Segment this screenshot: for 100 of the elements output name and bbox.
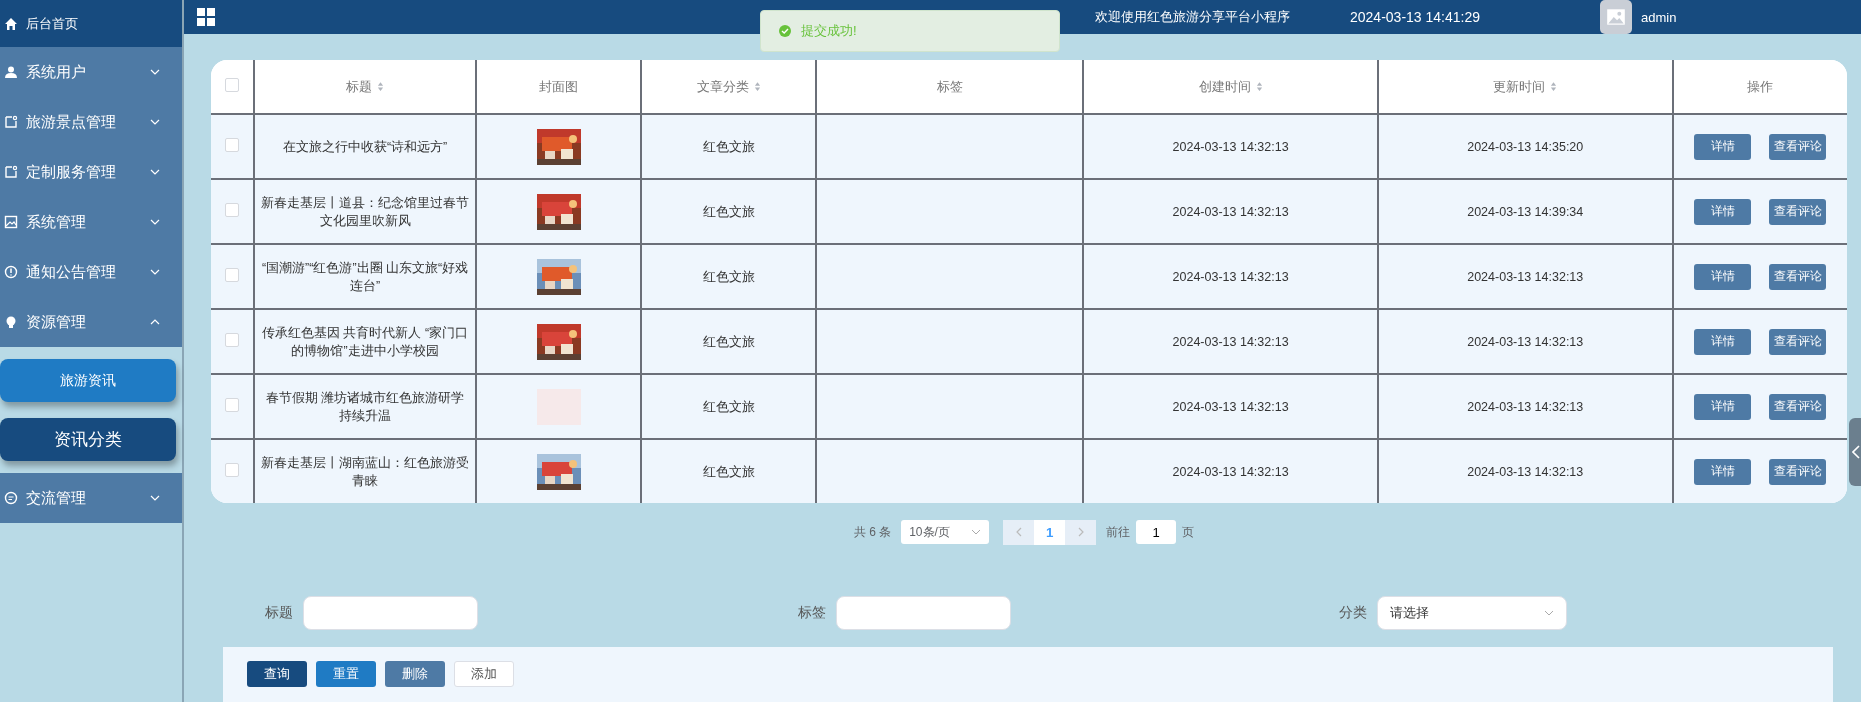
menu-item[interactable]: 定制服务管理 — [0, 147, 182, 197]
menu-item[interactable]: 旅游景点管理 — [0, 97, 182, 147]
table-cell: 红色文旅 — [702, 399, 755, 414]
sort-icon[interactable] — [1255, 80, 1263, 92]
page-size-select[interactable]: 10条/页 — [901, 520, 990, 544]
page-input[interactable]: 1 — [1136, 520, 1177, 544]
side-tab[interactable] — [1849, 418, 1861, 486]
page-number[interactable]: 1 — [1034, 519, 1066, 545]
input-field[interactable] — [836, 596, 1011, 630]
details-button[interactable]: 详情 — [1694, 263, 1752, 290]
comments-button[interactable]: 查看评论 — [1769, 198, 1827, 225]
table-cell: 新春走基层丨湖南蓝山：红色旅游受青睐 — [261, 455, 470, 488]
avatar-image-icon[interactable] — [1600, 0, 1632, 34]
field-label: 标题 — [265, 604, 293, 622]
next-page-button[interactable] — [1065, 519, 1097, 545]
comments-button[interactable]: 查看评论 — [1769, 458, 1827, 485]
comments-button[interactable]: 查看评论 — [1769, 133, 1827, 160]
previous-page-button[interactable] — [1003, 519, 1035, 545]
add-button[interactable]: 添加 — [454, 661, 514, 687]
submenu-item[interactable]: 资讯分类 — [0, 418, 176, 461]
table-cell: 红色文旅 — [702, 139, 755, 154]
comments-button[interactable]: 查看评论 — [1769, 328, 1827, 355]
bulb-icon — [4, 315, 18, 329]
row-checkbox[interactable] — [225, 463, 239, 477]
chevron-down-icon — [971, 529, 982, 535]
details-button[interactable]: 详情 — [1694, 458, 1752, 485]
chevron-down-icon — [150, 169, 160, 175]
image-icon — [4, 215, 18, 229]
search-button[interactable]: 查询 — [247, 661, 307, 687]
table-cell: 新春走基层丨道县：纪念馆里过春节文化园里吹新风 — [261, 195, 470, 228]
menu-item[interactable]: 系统用户 — [0, 47, 182, 97]
row-checkbox[interactable] — [225, 138, 239, 152]
table-cell: 红色文旅 — [702, 204, 755, 219]
home-icon — [4, 16, 18, 31]
table-cell: 2024-03-13 14:32:13 — [1172, 464, 1289, 479]
delete-button[interactable]: 删除 — [385, 661, 445, 687]
column-header[interactable]: 更新时间 — [1377, 60, 1673, 114]
menu-item[interactable]: 资源管理 — [0, 297, 182, 347]
chevron-down-icon — [150, 119, 160, 125]
select-all-checkbox[interactable] — [225, 78, 239, 92]
chevron-down-icon — [1544, 610, 1554, 616]
table-cell: 2024-03-13 14:32:13 — [1467, 464, 1584, 479]
chevron-down-icon — [150, 269, 160, 275]
sort-icon[interactable] — [753, 80, 761, 92]
table-cell: 在文旅之行中收获“诗和远方” — [282, 139, 448, 154]
chevron-up-icon — [150, 319, 160, 325]
menu-item[interactable]: 通知公告管理 — [0, 247, 182, 297]
row-checkbox[interactable] — [225, 268, 239, 282]
table-cell: 2024-03-13 14:32:13 — [1467, 269, 1584, 284]
menu-item[interactable]: 交流管理 — [0, 473, 182, 523]
menu-item[interactable]: 后台首页 — [0, 0, 182, 47]
chevron-left-icon — [1852, 445, 1860, 459]
table-cell: 2024-03-13 14:32:13 — [1467, 334, 1584, 349]
datetime: 2024-03-13 14:41:29 — [1350, 9, 1480, 25]
details-button[interactable]: 详情 — [1694, 198, 1752, 225]
reset-button[interactable]: 重置 — [316, 661, 376, 687]
table-cell: 春节假期 潍坊诸城市红色旅游研学持续升温 — [265, 390, 465, 423]
user-icon — [4, 65, 18, 79]
menu-item[interactable]: 系统管理 — [0, 197, 182, 247]
sort-icon[interactable] — [1550, 80, 1558, 92]
document-icon — [4, 165, 18, 179]
chevron-left-icon — [1015, 527, 1022, 537]
column-header[interactable]: 封面图 — [476, 60, 642, 114]
page-unit: 页 — [1182, 523, 1195, 541]
table-cell: 2024-03-13 14:32:13 — [1172, 334, 1289, 349]
username[interactable]: admin — [1641, 9, 1677, 25]
field-label: 标签 — [798, 604, 826, 622]
row-checkbox[interactable] — [225, 203, 239, 217]
details-button[interactable]: 详情 — [1694, 133, 1752, 160]
table-cell: 红色文旅 — [702, 464, 755, 479]
input-field[interactable] — [303, 596, 478, 630]
comments-button[interactable]: 查看评论 — [1769, 263, 1827, 290]
goto-label: 前往 — [1106, 523, 1131, 541]
chevron-down-icon — [150, 495, 160, 501]
table-cell: 2024-03-13 14:32:13 — [1172, 139, 1289, 154]
column-header[interactable]: 标题 — [254, 60, 477, 114]
column-header[interactable]: 标签 — [816, 60, 1084, 114]
submenu-item[interactable]: 旅游资讯 — [0, 359, 176, 402]
column-header[interactable]: 操作 — [1672, 60, 1847, 114]
table-cell: 红色文旅 — [702, 334, 755, 349]
row-checkbox[interactable] — [225, 398, 239, 412]
comments-button[interactable]: 查看评论 — [1769, 393, 1827, 420]
sort-icon[interactable] — [377, 80, 385, 92]
success-icon — [779, 25, 791, 37]
toast-message: 提交成功! — [801, 22, 857, 40]
column-header[interactable]: 创建时间 — [1083, 60, 1378, 114]
details-button[interactable]: 详情 — [1694, 328, 1752, 355]
total-count: 共 6 条 — [853, 523, 892, 541]
chevron-right-icon — [1077, 527, 1084, 537]
table-cell: “国潮游”“红色游”出圈 山东文旅“好戏连台” — [261, 260, 469, 293]
column-header[interactable]: 文章分类 — [641, 60, 817, 114]
table-cell: 2024-03-13 14:32:13 — [1467, 399, 1584, 414]
details-button[interactable]: 详情 — [1694, 393, 1752, 420]
row-checkbox[interactable] — [225, 333, 239, 347]
table-cell: 2024-03-13 14:32:13 — [1172, 399, 1289, 414]
grid-menu-icon[interactable] — [197, 8, 215, 26]
table-cell: 2024-03-13 14:32:13 — [1172, 269, 1289, 284]
app-title: 欢迎使用红色旅游分享平台小程序 — [1095, 8, 1290, 26]
category-select[interactable]: 请选择 — [1377, 596, 1567, 630]
info-icon — [4, 265, 18, 279]
